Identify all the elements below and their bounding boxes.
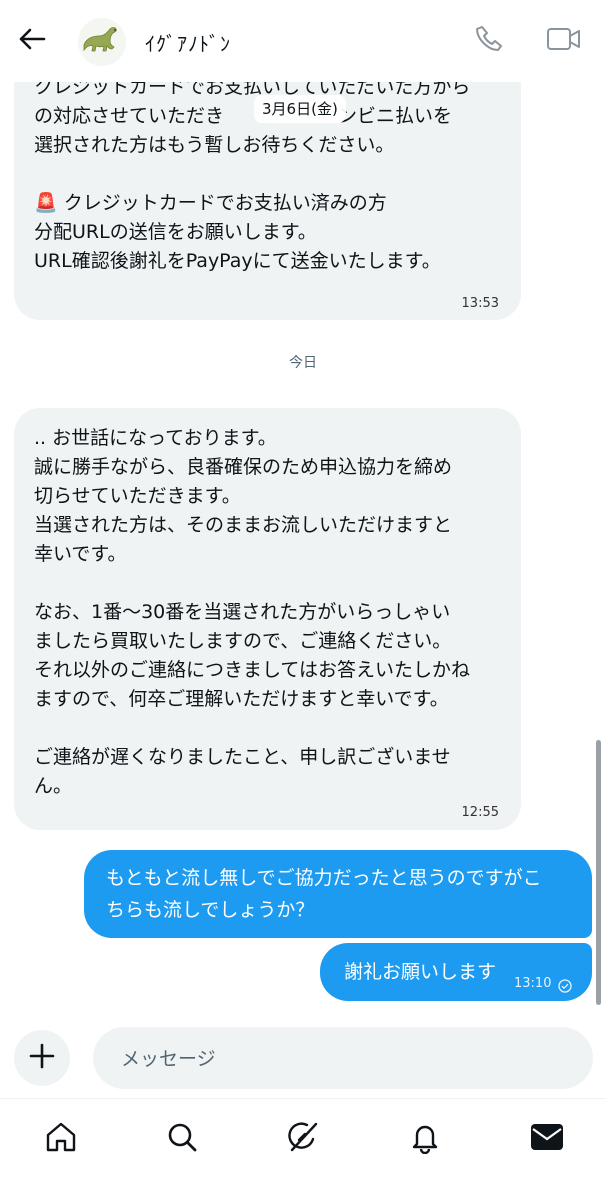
add-media-button[interactable]	[14, 1030, 70, 1086]
message-text: 謝礼お願いします	[344, 961, 497, 983]
back-arrow-icon	[18, 27, 46, 55]
grok-icon	[285, 1119, 321, 1159]
video-camera-icon	[546, 25, 582, 57]
home-icon	[44, 1120, 78, 1158]
notifications-bell-icon	[408, 1120, 442, 1158]
outgoing-message[interactable]: もともと流し無しでご協力だったと思うのですがこ ちらも流しでしょうか？	[84, 850, 592, 938]
nav-search[interactable]	[162, 1119, 202, 1159]
message-text: .. お世話になっております。 誠に勝手ながら、良番確保のため申込協力を締め 切…	[34, 427, 471, 797]
dm-conversation-screen: クレジットカードでお支払いしていただいた方から の対応させていただき ンビニ払い…	[0, 0, 606, 1200]
contact-name[interactable]: ｲｸﾞｱﾉﾄﾞﾝ	[145, 28, 231, 57]
conversation-header: ｲｸﾞｱﾉﾄﾞﾝ	[0, 0, 606, 82]
message-timestamp: 12:55	[461, 805, 499, 820]
message-timestamp: 13:10	[514, 976, 552, 991]
message-timestamp: 13:53	[461, 296, 499, 311]
avatar[interactable]	[78, 18, 126, 66]
message-text: もともと流し無しでご協力だったと思うのですがこ ちらも流しでしょうか？	[106, 867, 542, 921]
message-composer[interactable]	[93, 1027, 593, 1091]
date-separator: 今日	[289, 355, 317, 371]
nav-notifications[interactable]	[405, 1119, 445, 1159]
scrollbar[interactable]	[596, 740, 601, 1005]
floating-date-pill: 3月6日(金)	[254, 95, 346, 123]
message-list[interactable]: クレジットカードでお支払いしていただいた方から の対応させていただき ンビニ払い…	[0, 0, 606, 1015]
bottom-navigation	[0, 1098, 606, 1200]
incoming-message[interactable]: .. お世話になっております。 誠に勝手ながら、良番確保のため申込協力を締め 切…	[14, 408, 521, 830]
outgoing-message[interactable]: 謝礼お願いします 13:10	[320, 943, 592, 1001]
plus-icon	[29, 1043, 55, 1073]
video-call-button[interactable]	[544, 24, 584, 58]
nav-grok[interactable]	[283, 1119, 323, 1159]
message-input[interactable]	[119, 1027, 563, 1091]
nav-messages[interactable]	[527, 1119, 567, 1159]
sent-check-icon	[558, 971, 572, 1003]
phone-icon	[474, 24, 504, 58]
back-button[interactable]	[14, 26, 50, 56]
nav-home[interactable]	[41, 1119, 81, 1159]
incoming-message[interactable]: クレジットカードでお支払いしていただいた方から の対応させていただき ンビニ払い…	[14, 40, 521, 320]
dinosaur-avatar-icon	[80, 25, 124, 59]
search-icon	[165, 1120, 199, 1158]
call-button[interactable]	[472, 24, 506, 58]
messages-envelope-icon	[529, 1121, 565, 1157]
